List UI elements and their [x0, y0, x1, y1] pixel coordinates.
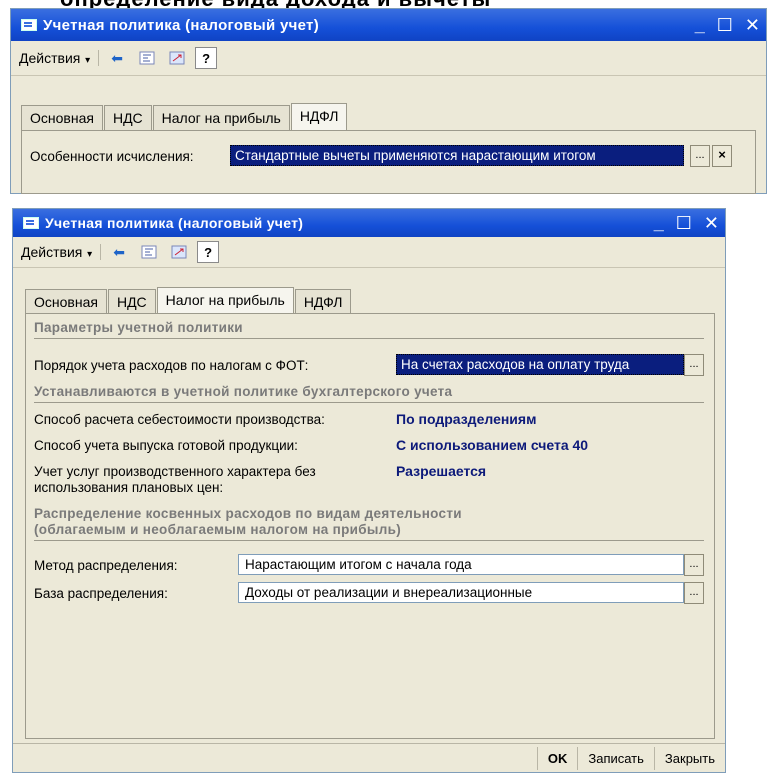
tab-main[interactable]: Основная: [21, 105, 103, 133]
help-button[interactable]: ?: [195, 47, 218, 69]
accounting-policy-window-ndfl: Учетная политика (налоговый учет) _ ☐ ✕ …: [10, 8, 767, 194]
accounting-policy-window-profit-tax: Учетная политика (налоговый учет) _ ☐ ✕ …: [12, 208, 726, 773]
structure-icon[interactable]: [137, 240, 161, 264]
tab-strip: Основная НДС Налог на прибыль НДФЛ: [21, 103, 348, 133]
back-arrow-icon[interactable]: ⬅: [107, 240, 131, 264]
fot-tax-field[interactable]: На счетах расходов на оплату труда: [396, 354, 684, 375]
services-label-line2: использования плановых цен:: [34, 480, 224, 495]
help-button[interactable]: ?: [197, 241, 220, 263]
window-title: Учетная политика (налоговый учет): [43, 16, 319, 34]
move-icon[interactable]: [167, 240, 191, 264]
form-icon: [23, 217, 39, 229]
minimize-icon[interactable]: _: [695, 16, 705, 34]
actions-menu[interactable]: Действия ▾: [19, 50, 100, 66]
close-icon[interactable]: ✕: [745, 16, 760, 34]
clear-button[interactable]: ×: [712, 145, 732, 167]
calculation-features-field[interactable]: Стандартные вычеты применяются нарастающ…: [230, 145, 684, 166]
section-accounting-policy: Устанавливаются в учетной политике бухга…: [34, 384, 453, 399]
output-accounting-label: Способ учета выпуска готовой продукции:: [34, 438, 298, 453]
close-button[interactable]: Закрыть: [653, 746, 725, 770]
fot-tax-label: Порядок учета расходов по налогам с ФОТ:: [34, 358, 309, 373]
button-bar: OK Записать Закрыть: [13, 743, 725, 772]
cost-method-label: Способ расчета себестоимости производств…: [34, 412, 325, 427]
cost-method-value: По подразделениям: [396, 411, 537, 427]
distribution-base-field[interactable]: Доходы от реализации и внереализационные: [238, 582, 684, 603]
back-arrow-icon[interactable]: ⬅: [105, 46, 129, 70]
tab-profit-tax[interactable]: Налог на прибыль: [156, 287, 294, 315]
toolbar: Действия ▾ ⬅ ?: [11, 41, 766, 76]
tab-page-profit-tax: Параметры учетной политики Порядок учета…: [25, 313, 715, 739]
distribution-base-label: База распределения:: [34, 586, 168, 601]
tab-profit-tax[interactable]: Налог на прибыль: [152, 105, 290, 133]
section-indirect-costs-line2: (облагаемым и необлагаемым налогом на пр…: [34, 522, 402, 537]
window-controls: _ ☐ ✕: [695, 9, 760, 41]
divider: [34, 402, 704, 403]
minimize-icon[interactable]: _: [654, 214, 664, 232]
actions-label: Действия: [19, 50, 81, 66]
ok-button[interactable]: OK: [536, 746, 578, 770]
distribution-method-label: Метод распределения:: [34, 558, 178, 573]
toolbar: Действия ▾ ⬅ ?: [13, 237, 725, 268]
select-button[interactable]: ...: [684, 582, 704, 604]
window-controls: _ ☐ ✕: [654, 209, 719, 237]
tab-page-ndfl: Особенности исчисления: Стандартные выче…: [21, 130, 756, 194]
actions-menu[interactable]: Действия ▾: [21, 244, 102, 260]
move-icon[interactable]: [165, 46, 189, 70]
section-indirect-costs-line1: Распределение косвенных расходов по вида…: [34, 506, 462, 521]
window-title: Учетная политика (налоговый учет): [45, 215, 304, 231]
tab-ndfl[interactable]: НДФЛ: [290, 103, 348, 131]
title-bar[interactable]: Учетная политика (налоговый учет) _ ☐ ✕: [11, 9, 766, 41]
services-value: Разрешается: [396, 463, 487, 479]
divider: [34, 338, 704, 339]
page-heading-fragment: определение вида дохода и вычеты: [0, 0, 768, 8]
divider: [34, 540, 704, 541]
form-icon: [21, 19, 37, 31]
calculation-features-label: Особенности исчисления:: [30, 149, 194, 164]
output-accounting-value: С использованием счета 40: [396, 437, 589, 453]
chevron-down-icon: ▾: [82, 55, 91, 66]
chevron-down-icon: ▾: [84, 249, 93, 260]
maximize-icon[interactable]: ☐: [676, 214, 692, 232]
tab-vat[interactable]: НДС: [103, 105, 152, 133]
maximize-icon[interactable]: ☐: [717, 16, 733, 34]
select-button[interactable]: ...: [684, 354, 704, 376]
title-bar[interactable]: Учетная политика (налоговый учет) _ ☐ ✕: [13, 209, 725, 237]
page-heading-text: определение вида дохода и вычеты: [60, 0, 491, 8]
distribution-method-field[interactable]: Нарастающим итогом с начала года: [238, 554, 684, 575]
select-button[interactable]: ...: [684, 554, 704, 576]
select-button[interactable]: ...: [690, 145, 710, 167]
services-label-line1: Учет услуг производственного характера б…: [34, 464, 316, 479]
close-icon[interactable]: ✕: [704, 214, 719, 232]
actions-label: Действия: [21, 244, 83, 260]
save-button[interactable]: Записать: [577, 746, 654, 770]
structure-icon[interactable]: [135, 46, 159, 70]
section-policy-params: Параметры учетной политики: [34, 320, 243, 335]
